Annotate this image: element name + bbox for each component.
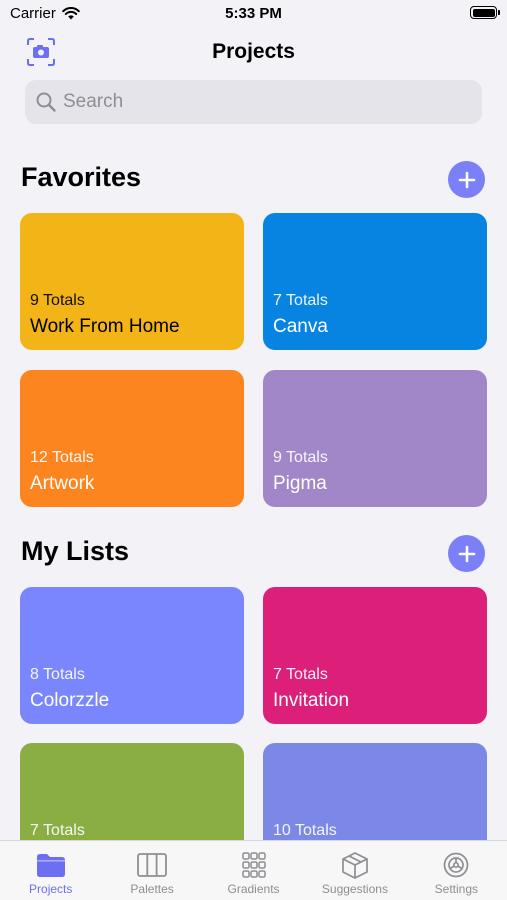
tab-label: Projects xyxy=(29,882,73,896)
add-favorite-button[interactable] xyxy=(448,161,485,198)
plus-icon xyxy=(458,545,475,562)
tab-projects[interactable]: Projects xyxy=(0,841,101,900)
nav-bar: Projects xyxy=(0,30,507,74)
card-count: 10 Totals xyxy=(273,822,337,839)
card-count: 8 Totals xyxy=(30,666,85,683)
tab-suggestions[interactable]: Suggestions xyxy=(304,841,405,900)
tab-palettes[interactable]: Palettes xyxy=(101,841,202,900)
favorite-card-canva[interactable]: 7 Totals Canva xyxy=(263,213,487,350)
status-bar: Carrier 5:33 PM xyxy=(0,0,507,28)
plus-icon xyxy=(458,171,475,188)
card-name: Pigma xyxy=(273,473,327,494)
add-list-button[interactable] xyxy=(448,535,485,572)
tab-gradients[interactable]: Gradients xyxy=(203,841,304,900)
favorites-heading: Favorites xyxy=(21,162,142,192)
tab-label: Suggestions xyxy=(321,882,388,896)
card-count: 7 Totals xyxy=(30,822,85,839)
favorite-card-artwork[interactable]: 12 Totals Artwork xyxy=(20,370,244,507)
my-lists-heading: My Lists xyxy=(21,536,130,566)
folder-icon xyxy=(36,854,65,877)
card-count: 7 Totals xyxy=(273,292,328,309)
grid-icon xyxy=(241,852,266,878)
tab-label: Settings xyxy=(434,882,478,896)
box-icon xyxy=(342,852,368,879)
favorite-card-pigma[interactable]: 9 Totals Pigma xyxy=(263,370,487,507)
card-count: 9 Totals xyxy=(273,449,328,466)
favorite-card-work-from-home[interactable]: 9 Totals Work From Home xyxy=(20,213,244,350)
tab-label: Palettes xyxy=(130,882,174,896)
search-bar xyxy=(25,80,482,124)
gear-icon xyxy=(443,852,469,878)
card-name: Colorzzle xyxy=(30,690,110,711)
card-name: Artwork xyxy=(30,473,95,494)
palette-icon xyxy=(137,853,168,877)
list-card-invitation[interactable]: 7 Totals Invitation xyxy=(263,587,487,724)
list-card-colorzzle[interactable]: 8 Totals Colorzzle xyxy=(20,587,244,724)
card-name: Canva xyxy=(273,316,328,337)
card-count: 12 Totals xyxy=(30,449,94,466)
search-input[interactable] xyxy=(63,91,463,113)
page-title: Projects xyxy=(212,40,295,63)
tab-settings[interactable]: Settings xyxy=(406,841,507,900)
tab-label: Gradients xyxy=(227,882,280,896)
search-icon xyxy=(36,92,56,112)
status-time: 5:33 PM xyxy=(225,5,282,22)
battery-icon xyxy=(470,6,500,19)
tab-bar: Projects Palettes Gradients Suggestions … xyxy=(0,840,507,900)
card-count: 9 Totals xyxy=(30,292,85,309)
card-name: Invitation xyxy=(273,690,350,711)
card-name: Work From Home xyxy=(30,316,180,337)
card-count: 7 Totals xyxy=(273,666,328,683)
